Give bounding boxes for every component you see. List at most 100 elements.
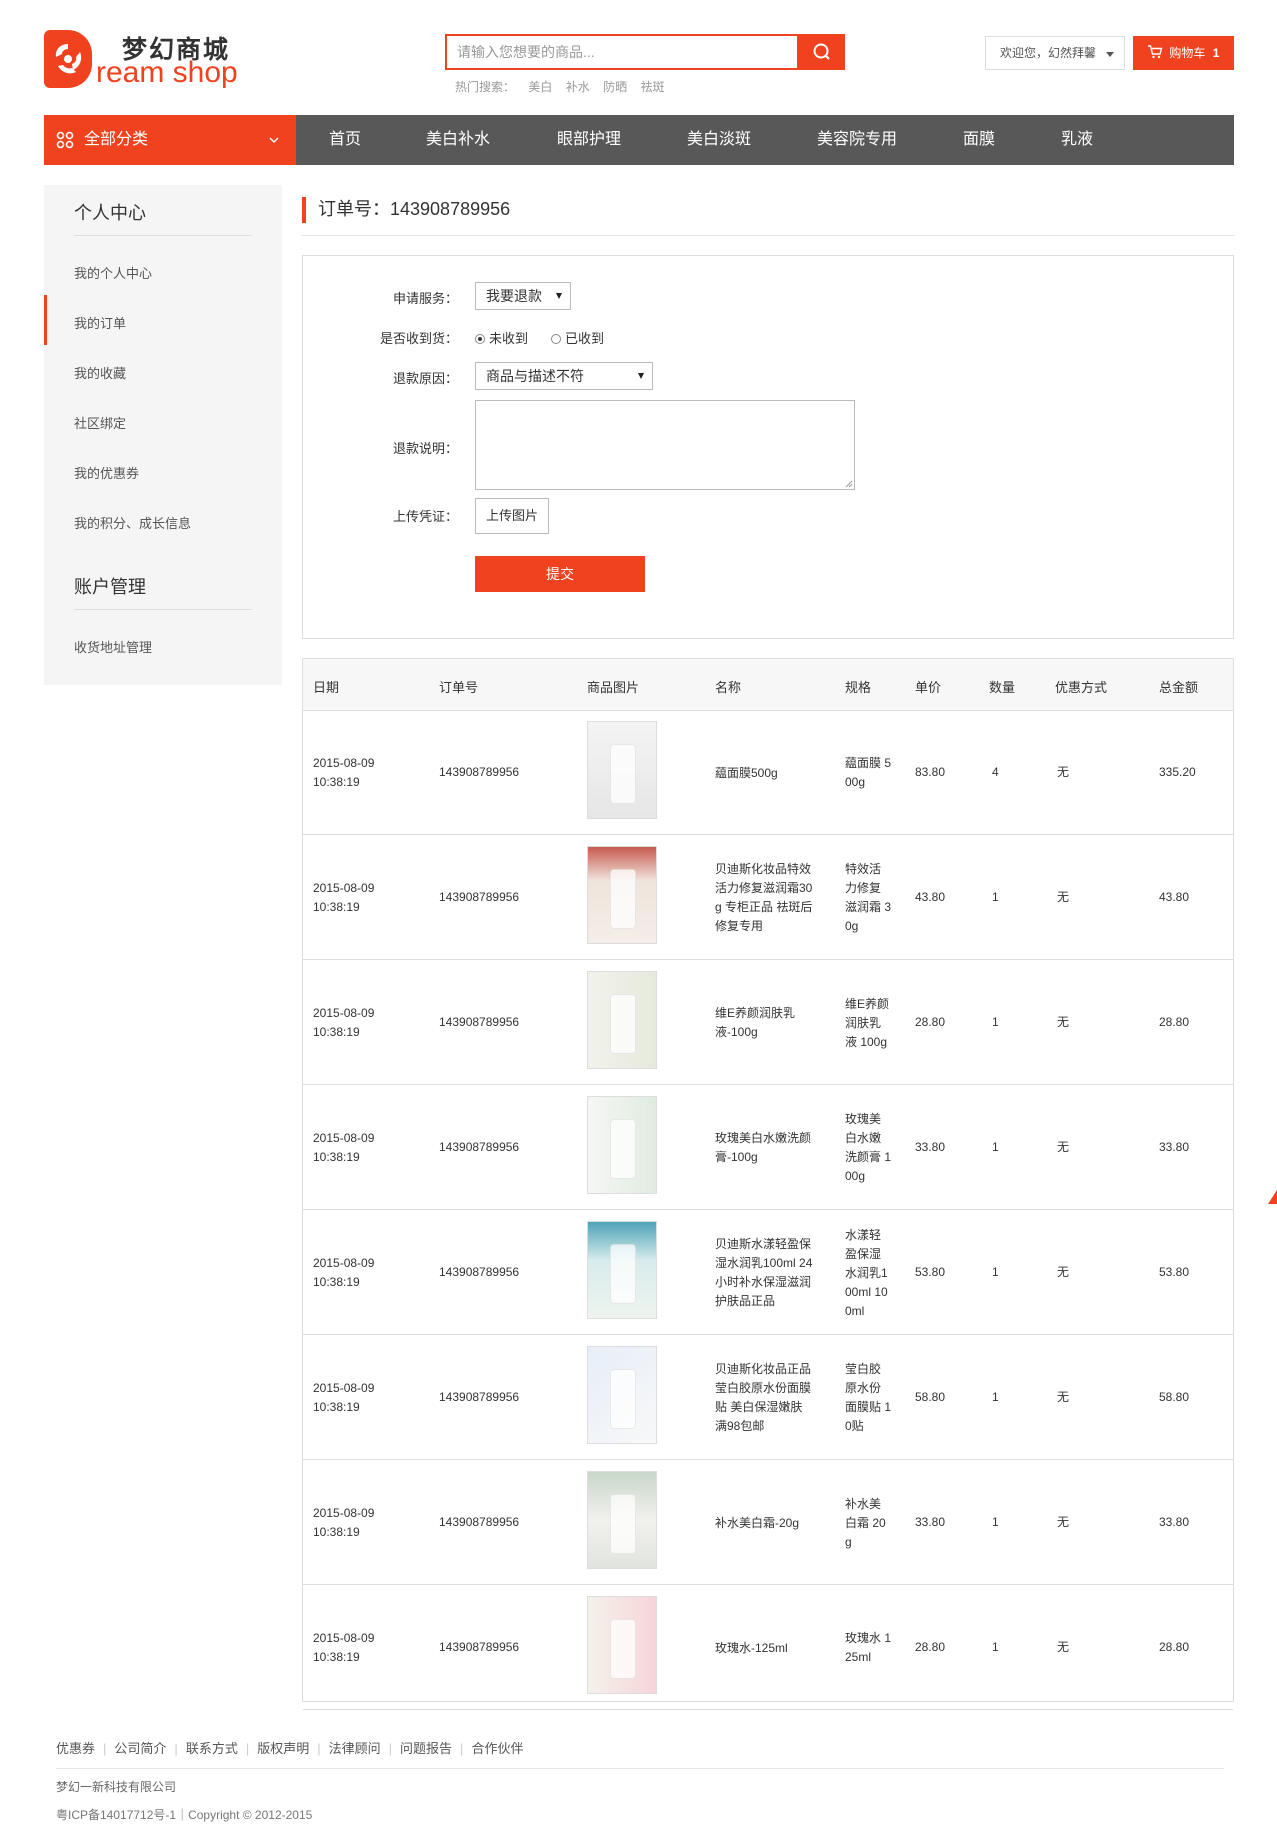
table-row: 2015-08-09 10:38:19 143908789956 补水美白霜-20g 补… (303, 1461, 1233, 1585)
sidebar-item-points[interactable]: 我的积分、成长信息 (74, 513, 191, 532)
hot-term[interactable]: 祛斑 (640, 80, 664, 94)
nav-item-lotion[interactable]: 乳液 (1061, 115, 1093, 165)
product-image[interactable] (587, 1346, 657, 1444)
footer-link[interactable]: 问题报告 (400, 1741, 452, 1756)
footer-link[interactable]: 法律顾问 (329, 1741, 381, 1756)
radio-received[interactable]: 已收到 (551, 328, 604, 347)
date-cell: 2015-08-09 10:38:19 (313, 1129, 374, 1167)
product-name-cell-line: 贝迪斯化妆品正品 (715, 1362, 812, 1376)
radio-not-received[interactable]: 未收到 (475, 328, 528, 347)
product-name-cell-line: 补水美白霜-20g (715, 1516, 800, 1530)
time-text: 10:38:19 (313, 775, 360, 789)
sidebar-item-my-center[interactable]: 我的个人中心 (74, 263, 152, 282)
footer-link[interactable]: 公司简介 (114, 1741, 166, 1756)
upload-image-button[interactable]: 上传图片 (475, 498, 550, 534)
product-name-cell: 贝迪斯化妆品正品 莹白胶原水份面膜贴 美白保湿嫩肤 满98包邮 (715, 1360, 833, 1436)
nav-item-whitening-hydration[interactable]: 美白补水 (426, 115, 490, 165)
product-name-cell-line: 玫瑰美白水嫩洗颜 (715, 1131, 812, 1145)
footer-link[interactable]: 版权声明 (257, 1741, 309, 1756)
side-tab-arrow-icon[interactable] (1268, 1190, 1277, 1204)
order-number-cell: 143908789956 (439, 1265, 520, 1279)
discount-cell: 无 (1057, 1140, 1070, 1154)
upload-label: 上传凭证： (392, 509, 458, 524)
search-button[interactable] (799, 34, 845, 70)
dropdown-arrow-icon (638, 373, 644, 379)
sidebar-item-address[interactable]: 收货地址管理 (74, 637, 152, 656)
nav-item-masks[interactable]: 面膜 (963, 115, 995, 165)
hot-term[interactable]: 补水 (566, 80, 590, 94)
user-menu[interactable]: 欢迎您，幻然拜馨 (985, 36, 1125, 70)
quantity-cell: 1 (992, 1265, 999, 1279)
price-cell: 28.80 (915, 1640, 946, 1654)
total-cell: 53.80 (1159, 1265, 1190, 1279)
cart-button[interactable]: 购物车 1 (1133, 36, 1234, 70)
submit-button[interactable]: 提交 (475, 556, 645, 592)
product-image[interactable] (587, 1096, 657, 1194)
product-spec-cell-line: 白水嫩 (845, 1131, 882, 1145)
product-image[interactable] (587, 1221, 657, 1319)
caret-down-icon (1106, 52, 1114, 57)
product-image[interactable] (587, 1596, 657, 1694)
price-cell: 83.80 (915, 765, 946, 779)
product-name-cell-line: 贝迪斯化妆品特效 (715, 862, 812, 876)
footer-link[interactable]: 联系方式 (186, 1741, 238, 1756)
hot-term[interactable]: 防晒 (603, 80, 627, 94)
site-logo[interactable]: 梦幻商城 ream shop (44, 28, 244, 90)
product-spec-cell-line: 00g (845, 775, 866, 789)
service-select[interactable]: 我要退款 (475, 282, 571, 310)
product-name-cell-line: 小时补水保湿滋润 (715, 1275, 812, 1289)
date-cell: 2015-08-09 10:38:19 (313, 1004, 374, 1042)
date-cell: 2015-08-09 10:38:19 (313, 1629, 374, 1667)
discount-cell: 无 (1057, 1015, 1070, 1029)
product-name-cell-line: 贴 美白保湿嫩肤 (715, 1400, 803, 1414)
nav-item-salon[interactable]: 美容院专用 (817, 115, 897, 165)
hot-term[interactable]: 美白 (528, 80, 552, 94)
description-textarea[interactable] (475, 400, 855, 490)
price-cell: 58.80 (915, 1390, 946, 1404)
radio-label: 已收到 (565, 331, 605, 346)
footer-separator: | (388, 1741, 393, 1756)
product-spec-cell: 水漾轻 盈保湿 水润乳1 00ml 10 0ml (845, 1226, 901, 1321)
footer-link[interactable]: 合作伙伴 (471, 1741, 523, 1756)
nav-item-home[interactable]: 首页 (329, 115, 361, 165)
product-spec-cell: 玫瑰美 白水嫩 洗颜膏 1 00g (845, 1110, 901, 1186)
date-text: 2015-08-09 (313, 756, 375, 770)
product-name-cell-line: 贝迪斯水漾轻盈保 (715, 1237, 812, 1251)
product-image[interactable] (587, 971, 657, 1069)
sidebar-title-personal: 个人中心 (74, 203, 146, 223)
footer-link[interactable]: 优惠券 (56, 1741, 95, 1756)
description-label: 退款说明： (392, 441, 458, 456)
order-items-table: 日期 订单号 商品图片 名称 规格 单价 数量 优惠方式 总金额 2015-08… (302, 658, 1234, 1710)
discount-cell: 无 (1057, 1265, 1070, 1279)
sidebar-item-favorites[interactable]: 我的收藏 (74, 363, 126, 382)
divider (302, 235, 1234, 236)
reason-select[interactable]: 商品与描述不符 (475, 362, 653, 390)
nav-item-eye-care[interactable]: 眼部护理 (557, 115, 621, 165)
product-spec-cell: 特效活 力修复 滋润霜 3 0g (845, 860, 901, 936)
product-name-cell: 贝迪斯水漾轻盈保 湿水润乳100ml 24 小时补水保湿滋润 护肤品正品 (715, 1235, 833, 1311)
discount-cell: 无 (1057, 1515, 1070, 1529)
time-text: 10:38:19 (313, 1650, 360, 1664)
product-name-cell: 维E养颜润肤乳 液-100g (715, 1004, 833, 1042)
sidebar-item-coupons[interactable]: 我的优惠券 (74, 463, 139, 482)
search-input[interactable]: 请输入您想要的商品... (445, 34, 799, 70)
order-number-cell: 143908789956 (439, 890, 520, 904)
table-header: 日期 订单号 商品图片 名称 规格 单价 数量 优惠方式 总金额 (303, 659, 1233, 711)
product-image[interactable] (587, 846, 657, 944)
product-name-cell-line: 活力修复滋润霜30 (715, 881, 813, 895)
col-header-discount: 优惠方式 (1055, 680, 1108, 695)
col-header-price: 单价 (915, 680, 942, 695)
total-cell: 58.80 (1159, 1390, 1190, 1404)
product-image[interactable] (587, 721, 657, 819)
sidebar-item-community[interactable]: 社区绑定 (74, 413, 126, 432)
cart-label: 购物车 (1169, 46, 1206, 60)
product-image[interactable] (587, 1471, 657, 1569)
site-header: 梦幻商城 ream shop 请输入您想要的商品... 热门搜索： 美白 补水 … (44, 28, 1234, 98)
sidebar-item-my-orders[interactable]: 我的订单 (74, 313, 126, 332)
quantity-cell: 1 (992, 1640, 999, 1654)
resize-handle-icon[interactable] (845, 480, 853, 488)
product-spec-cell-line: 盈保湿 (845, 1247, 882, 1261)
nav-item-whitening-spots[interactable]: 美白淡斑 (687, 115, 751, 165)
footer-separator: | (245, 1741, 250, 1756)
all-categories-button[interactable]: 全部分类 (44, 115, 296, 165)
